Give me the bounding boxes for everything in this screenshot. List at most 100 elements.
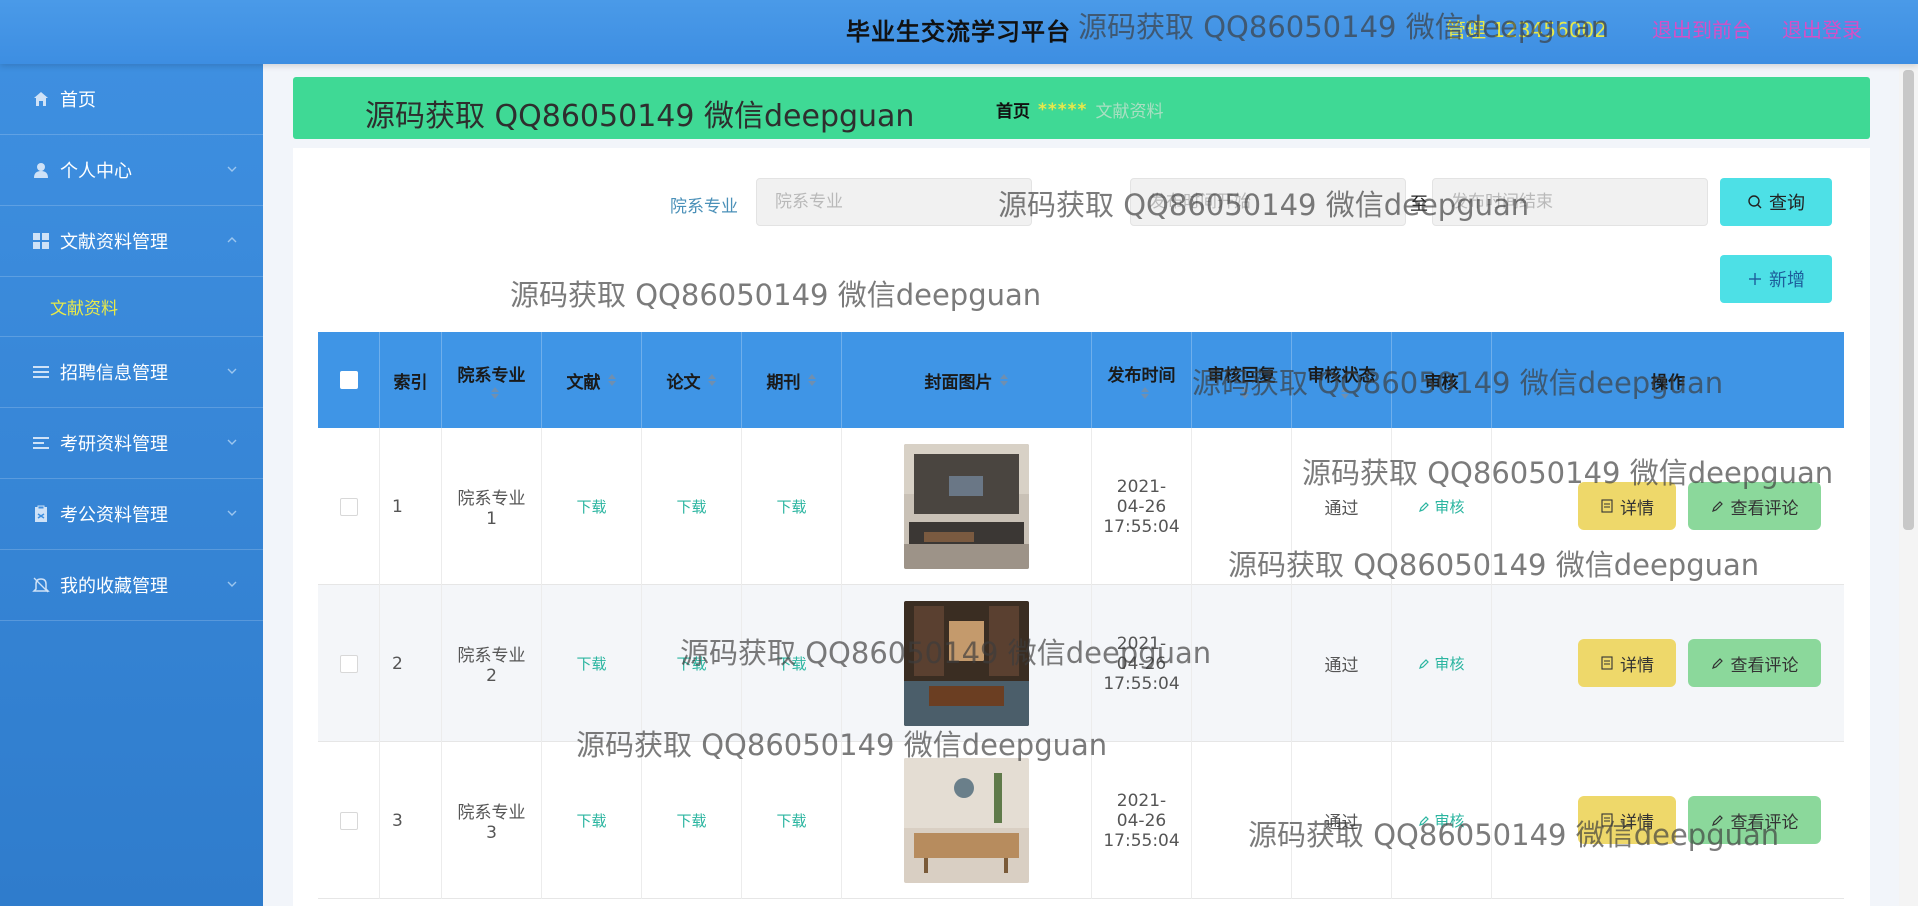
row-checkbox[interactable] — [339, 654, 358, 673]
sidebar-item-label: 个人中心 — [60, 161, 132, 182]
major-cell: 院系专业3 — [442, 742, 542, 899]
time-cell: 2021-04-26 17:55:04 — [1092, 742, 1192, 899]
grid-icon — [32, 232, 50, 250]
sort-icon[interactable] — [1340, 386, 1350, 400]
chevron-down-icon — [227, 439, 237, 445]
cover-cell — [842, 742, 1092, 899]
cover-image — [904, 758, 1029, 883]
table-header: 索引 院系专业 文献 论文 期刊 封面图片 发布时间 审核回复 审核状态 审核 … — [318, 332, 1844, 428]
sidebar-item-literature[interactable]: 文献资料管理 — [0, 206, 263, 277]
sort-icon[interactable] — [807, 373, 817, 387]
sort-icon[interactable] — [490, 386, 500, 400]
scrollbar-thumb[interactable] — [1903, 70, 1914, 530]
back-to-front-link[interactable]: 退出到前台 — [1652, 14, 1752, 43]
actions-cell: 详情 查看评论 — [1492, 428, 1844, 585]
download-journal-link[interactable]: 下载 — [776, 653, 806, 674]
paper-cell: 下载 — [642, 742, 742, 899]
add-button[interactable]: 新增 — [1720, 255, 1832, 303]
cover-cell — [842, 585, 1092, 742]
download-paper-link[interactable]: 下载 — [676, 496, 706, 517]
view-comments-button[interactable]: 查看评论 — [1688, 796, 1821, 844]
query-button-label: 查询 — [1769, 193, 1805, 214]
view-comments-button[interactable]: 查看评论 — [1688, 482, 1821, 530]
sort-icon[interactable] — [607, 373, 617, 387]
view-comments-button[interactable]: 查看评论 — [1688, 639, 1821, 687]
chevron-down-icon — [227, 166, 237, 172]
chevron-down-icon — [227, 510, 237, 516]
download-journal-link[interactable]: 下载 — [776, 810, 806, 831]
col-cover[interactable]: 封面图片 — [842, 332, 1092, 428]
sidebar-item-label: 考研资料管理 — [60, 434, 168, 455]
major-cell: 院系专业2 — [442, 585, 542, 742]
sidebar: 首页 个人中心 文献资料管理 文献资料 招聘信息管理 考研资料管理 考公资料管理… — [0, 64, 263, 906]
col-time-label: 发布时间 — [1107, 365, 1176, 386]
document-icon — [1601, 499, 1613, 513]
sidebar-item-recruitment[interactable]: 招聘信息管理 — [0, 337, 263, 408]
approve-link[interactable]: 审核 — [1418, 496, 1465, 517]
sidebar-item-personal[interactable]: 个人中心 — [0, 135, 263, 206]
status-cell: 通过 — [1292, 428, 1392, 585]
col-doc[interactable]: 文献 — [542, 332, 642, 428]
detail-button[interactable]: 详情 — [1578, 482, 1676, 530]
col-major-label: 院系专业 — [457, 365, 526, 386]
download-paper-link[interactable]: 下载 — [676, 810, 706, 831]
download-doc-link[interactable]: 下载 — [576, 653, 606, 674]
sort-icon[interactable] — [707, 373, 717, 387]
detail-button[interactable]: 详情 — [1578, 639, 1676, 687]
reply-cell — [1192, 742, 1292, 899]
col-status[interactable]: 审核状态 — [1292, 332, 1392, 428]
download-journal-link[interactable]: 下载 — [776, 496, 806, 517]
sort-icon[interactable] — [1140, 386, 1150, 400]
approve-link[interactable]: 审核 — [1418, 653, 1465, 674]
edit-icon — [1419, 815, 1430, 826]
sidebar-subitem-literature[interactable]: 文献资料 — [0, 277, 263, 337]
download-doc-link[interactable]: 下载 — [576, 810, 606, 831]
site-title: 毕业生交流学习平台 — [846, 18, 1071, 46]
user-info: 管理 123456002 — [1446, 18, 1607, 42]
cover-image — [904, 601, 1029, 726]
download-doc-link[interactable]: 下载 — [576, 496, 606, 517]
sidebar-item-label: 文献资料管理 — [60, 232, 168, 253]
row-checkbox[interactable] — [339, 811, 358, 830]
list-icon — [32, 363, 50, 381]
sidebar-item-home[interactable]: 首页 — [0, 64, 263, 135]
approve-link[interactable]: 审核 — [1418, 810, 1465, 831]
actions-cell: 详情 查看评论 — [1492, 742, 1844, 899]
breadcrumb-home[interactable]: 首页 — [996, 97, 1030, 122]
date-end-input[interactable] — [1432, 178, 1708, 226]
col-status-label: 审核状态 — [1307, 365, 1376, 386]
logout-link[interactable]: 退出登录 — [1782, 14, 1862, 43]
major-cell: 院系专业1 — [442, 428, 542, 585]
sidebar-item-civil-service[interactable]: 考公资料管理 — [0, 479, 263, 550]
sort-icon[interactable] — [999, 373, 1009, 387]
col-time[interactable]: 发布时间 — [1092, 332, 1192, 428]
view-comments-label: 查看评论 — [1730, 655, 1799, 676]
detail-button[interactable]: 详情 — [1578, 796, 1676, 844]
doc-cell: 下载 — [542, 428, 642, 585]
col-paper[interactable]: 论文 — [642, 332, 742, 428]
journal-cell: 下载 — [742, 742, 842, 899]
sort-icon[interactable] — [1240, 386, 1250, 400]
major-search-input[interactable] — [756, 178, 1032, 226]
sidebar-item-label: 考公资料管理 — [60, 505, 168, 526]
row-checkbox[interactable] — [339, 497, 358, 516]
index-cell: 2 — [380, 585, 442, 742]
download-paper-link[interactable]: 下载 — [676, 653, 706, 674]
breadcrumb-separator: ***** — [1038, 99, 1088, 120]
top-bar: 毕业生交流学习平台 管理 123456002 退出到前台 退出登录 — [0, 0, 1918, 64]
col-major[interactable]: 院系专业 — [442, 332, 542, 428]
sidebar-item-label: 招聘信息管理 — [60, 363, 168, 384]
sidebar-item-favorites[interactable]: 我的收藏管理 — [0, 550, 263, 621]
query-button[interactable]: 查询 — [1720, 178, 1832, 226]
app-root: 毕业生交流学习平台 管理 123456002 退出到前台 退出登录 首页 个人中… — [0, 0, 1918, 906]
date-start-input[interactable] — [1130, 178, 1406, 226]
time-cell: 2021-04-26 17:55:04 — [1092, 428, 1192, 585]
sidebar-item-label: 首页 — [60, 90, 96, 111]
table-row: 3 院系专业3 下载 下载 下载 2021-04-26 17:55:04 通过 … — [318, 742, 1844, 899]
col-journal[interactable]: 期刊 — [742, 332, 842, 428]
sidebar-item-postgrad[interactable]: 考研资料管理 — [0, 408, 263, 479]
row-select-cell — [318, 585, 380, 742]
col-reply[interactable]: 审核回复 — [1192, 332, 1292, 428]
doc-cell: 下载 — [542, 742, 642, 899]
select-all-checkbox[interactable] — [339, 371, 358, 389]
